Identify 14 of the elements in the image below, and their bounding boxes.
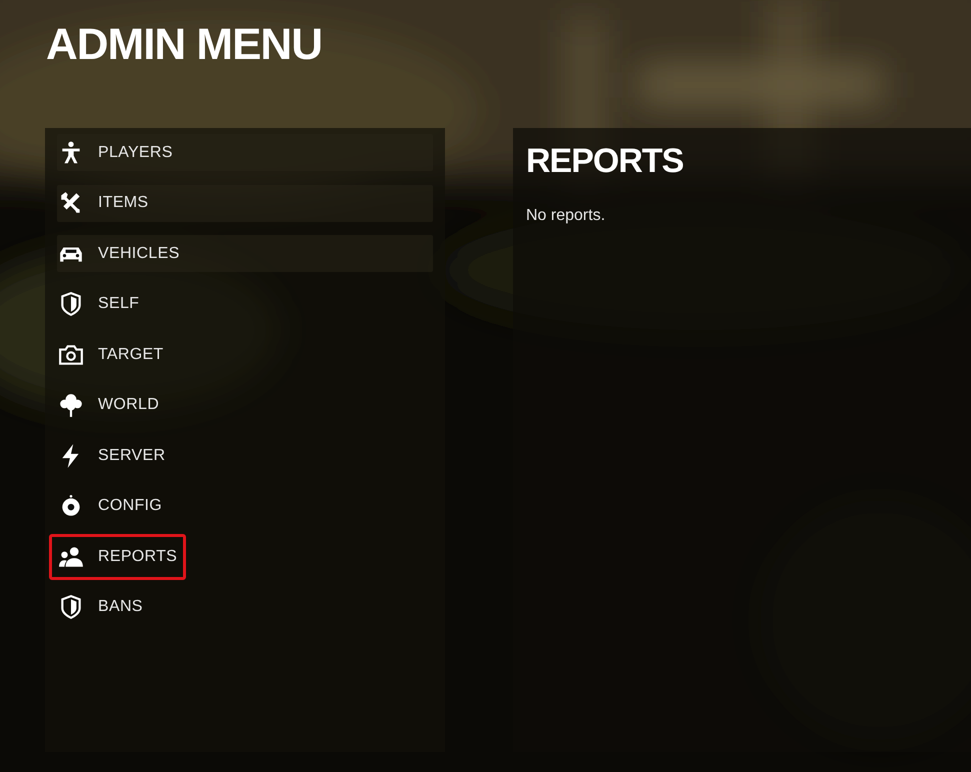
tree-icon [58,392,84,418]
page-title: ADMIN MENU [46,20,322,70]
sidebar-item[interactable]: REPORTS [49,534,186,580]
sidebar-item[interactable]: PLAYERS [49,130,182,176]
sidebar-item[interactable]: SELF [49,281,148,327]
sidebar-item[interactable]: CONFIG [49,483,172,529]
sidebar-item[interactable]: BANS [49,584,152,630]
sidebar-item[interactable]: SERVER [49,432,174,478]
empty-message: No reports. [526,207,606,225]
sidebar-item[interactable]: TARGET [49,332,173,378]
sidebar-item[interactable]: ITEMS [49,180,158,226]
sidebar-item[interactable]: VEHICLES [49,230,189,276]
sidebar-item[interactable]: WORLD [49,382,168,428]
section-heading: REPORTS [526,142,684,181]
